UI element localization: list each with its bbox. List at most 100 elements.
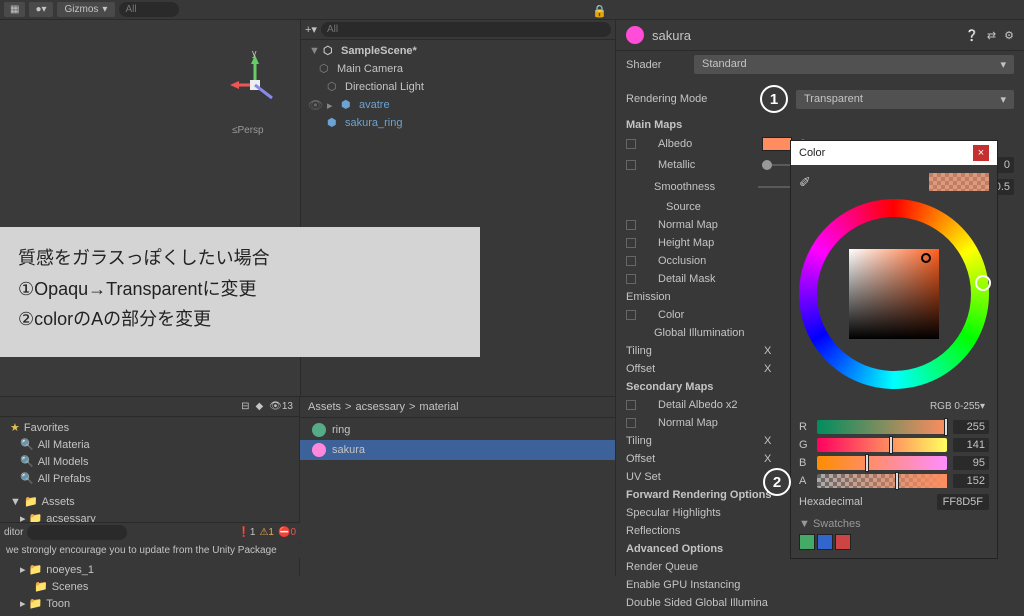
- annotation-overlay: 質感をガラスっぽくしたい場合 ①Opaqu→Transparentに変更 ②co…: [0, 227, 480, 357]
- gear-icon[interactable]: ⚙: [1004, 29, 1014, 42]
- visibility-icon[interactable]: 👁: [308, 98, 323, 112]
- forward-rendering-label: Forward Rendering Options: [626, 489, 771, 501]
- emission-color-label: Color: [644, 309, 684, 321]
- g-label: G: [799, 439, 811, 451]
- rendering-mode-dropdown[interactable]: Transparent▾: [796, 90, 1014, 109]
- a-value[interactable]: 152: [953, 474, 989, 488]
- shaded-icon[interactable]: ▦: [4, 2, 25, 17]
- source-label: Source: [626, 201, 701, 213]
- b-label: B: [799, 457, 811, 469]
- tree-item[interactable]: 🔍 All Models: [0, 453, 299, 470]
- shader-dropdown[interactable]: Standard▾: [694, 55, 1014, 74]
- error-badge[interactable]: ⛔0: [278, 527, 296, 538]
- tree-item[interactable]: 🔍 All Prefabs: [0, 470, 299, 487]
- uv-set-label: UV Set: [626, 471, 661, 483]
- console-search[interactable]: [27, 525, 127, 540]
- g-value[interactable]: 141: [953, 438, 989, 452]
- b-value[interactable]: 95: [953, 456, 989, 470]
- tree-item[interactable]: 🔍 All Materia: [0, 436, 299, 453]
- hue-cursor[interactable]: [975, 275, 991, 291]
- persp-label: ≤Persp: [232, 125, 264, 136]
- color-picker-popup: Color × ✐ RGB 0-255▾ R 255 G 141 B 95: [790, 140, 998, 559]
- gizmos-dropdown[interactable]: Gizmos▾: [57, 2, 116, 17]
- albedo-texture-slot[interactable]: [626, 139, 636, 149]
- secondary-maps-label: Secondary Maps: [626, 381, 713, 393]
- tree-item[interactable]: ▸ 📁 Toon: [0, 595, 299, 612]
- hierarchy-item[interactable]: ⬡ Main Camera: [301, 60, 615, 78]
- color-wheel[interactable]: [799, 199, 989, 389]
- r-label: R: [799, 421, 811, 433]
- collapse-icon[interactable]: ⊟: [241, 401, 249, 412]
- hierarchy-toolbar: +▾: [301, 20, 615, 40]
- albedo-color-swatch[interactable]: [762, 137, 792, 151]
- annotation-line1: 質感をガラスっぽくしたい場合: [18, 243, 462, 274]
- color-picker-title: Color: [799, 147, 825, 159]
- tiling-label: Tiling: [626, 345, 756, 357]
- console-bar: ditor ❗1 ⚠1 ⛔0: [0, 522, 300, 542]
- console-message: we strongly encourage you to update from…: [0, 543, 300, 558]
- normal-map-label: Normal Map: [644, 219, 718, 231]
- scene-root[interactable]: ▼⬡ SampleScene*: [301, 42, 615, 60]
- secondary-normal-label: Normal Map: [644, 417, 718, 429]
- info-badge[interactable]: ❗1: [237, 527, 255, 538]
- annotation-line3: ②colorのAの部分を変更: [18, 304, 462, 335]
- emission-label: Emission: [626, 291, 671, 303]
- rgb-mode-dropdown[interactable]: RGB 0-255▾: [799, 399, 989, 414]
- gpu-instancing-label: Enable GPU Instancing: [626, 579, 740, 591]
- a-label: A: [799, 475, 811, 487]
- lock-icon[interactable]: 🔒: [592, 4, 1016, 18]
- advanced-label: Advanced Options: [626, 543, 723, 555]
- main-maps-label: Main Maps: [626, 119, 682, 131]
- scene-name: SampleScene*: [341, 45, 417, 57]
- metallic-texture-slot[interactable]: [626, 160, 636, 170]
- offset-label: Offset: [626, 363, 756, 375]
- scene-view-icon[interactable]: ●▾: [29, 2, 52, 17]
- asset-item-selected[interactable]: sakura: [300, 440, 615, 460]
- assets-header[interactable]: ▼ 📁 Assets: [0, 493, 299, 510]
- sv-cursor[interactable]: [921, 253, 931, 263]
- close-icon[interactable]: ×: [973, 145, 989, 161]
- metallic-label: Metallic: [644, 159, 754, 171]
- global-illum-label: Global Illumination: [626, 327, 745, 339]
- hex-label: Hexadecimal: [799, 496, 929, 508]
- occlusion-label: Occlusion: [644, 255, 706, 267]
- orientation-gizmo[interactable]: y x: [230, 50, 290, 113]
- breadcrumb[interactable]: Assets > acsessary > material: [300, 397, 615, 418]
- tree-item[interactable]: 📁 Scenes: [0, 578, 299, 595]
- material-preview-icon: [626, 26, 644, 44]
- asset-item[interactable]: ring: [300, 420, 615, 440]
- hierarchy-search[interactable]: [321, 22, 611, 37]
- height-map-label: Height Map: [644, 237, 714, 249]
- a-slider[interactable]: [817, 474, 947, 488]
- double-sided-label: Double Sided Global Illumina: [626, 597, 768, 609]
- hex-input[interactable]: FF8D5F: [937, 494, 989, 510]
- tree-item[interactable]: ▸ 📁 noeyes_1: [0, 561, 299, 578]
- render-queue-label: Render Queue: [626, 561, 698, 573]
- g-slider[interactable]: [817, 438, 947, 452]
- material-name: sakura: [652, 28, 957, 43]
- rendering-mode-label: Rendering Mode: [626, 93, 756, 105]
- svg-text:y: y: [252, 50, 257, 58]
- eyedropper-icon[interactable]: ✐: [799, 174, 811, 191]
- scene-search[interactable]: [119, 2, 179, 17]
- shader-label: Shader: [626, 59, 686, 71]
- b-slider[interactable]: [817, 456, 947, 470]
- smoothness-label: Smoothness: [626, 181, 750, 193]
- r-value[interactable]: 255: [953, 420, 989, 434]
- warn-badge[interactable]: ⚠1: [259, 527, 274, 538]
- tiling2-label: Tiling: [626, 435, 756, 447]
- reflections-label: Reflections: [626, 525, 680, 537]
- annotation-marker-1: 1: [760, 85, 788, 113]
- hierarchy-item[interactable]: ⬡ Directional Light: [301, 78, 615, 96]
- create-button[interactable]: +▾: [305, 23, 317, 36]
- favorites-header[interactable]: ★ Favorites: [0, 419, 299, 436]
- hierarchy-item[interactable]: 👁 ▸⬢ avatre: [301, 96, 615, 114]
- color-preview: [929, 173, 989, 191]
- r-slider[interactable]: [817, 420, 947, 434]
- swatches[interactable]: [799, 534, 989, 550]
- preset-icon[interactable]: ⇄: [987, 29, 996, 42]
- help-icon[interactable]: ❔: [965, 29, 979, 42]
- hidden-count: 👁13: [269, 401, 293, 412]
- filter-icon[interactable]: ◆: [255, 401, 263, 412]
- hierarchy-item[interactable]: ⬢ sakura_ring: [301, 114, 615, 132]
